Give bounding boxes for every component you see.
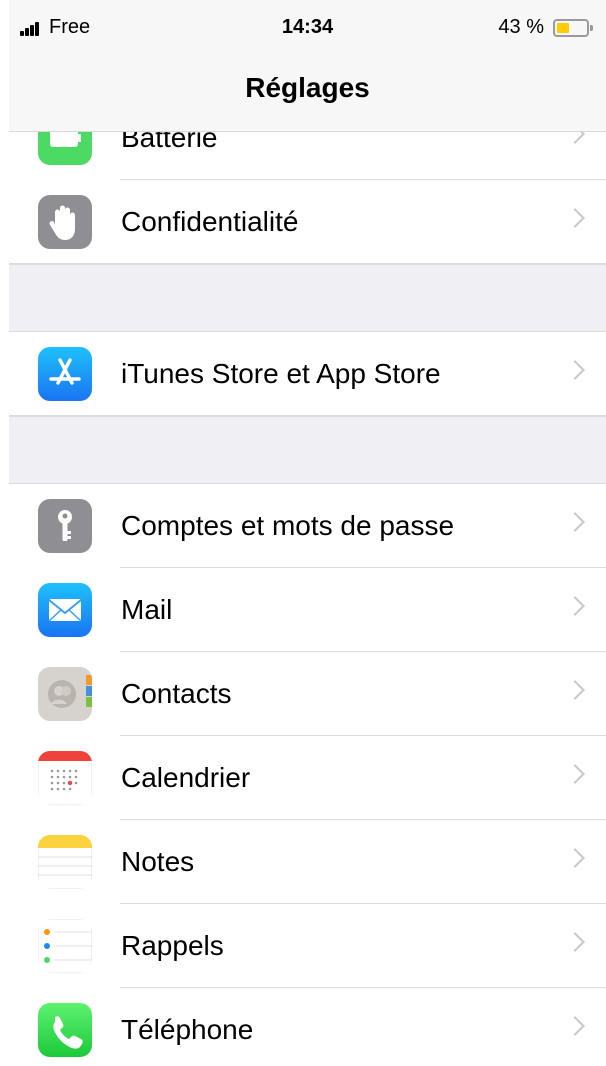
- battery-level-fill: [557, 23, 569, 33]
- chevron-right-icon: [565, 360, 585, 380]
- chevron-right-icon: [565, 848, 585, 868]
- row-label: Téléphone: [121, 1014, 254, 1045]
- settings-row-itunes-app-store[interactable]: iTunes Store et App Store: [9, 332, 606, 416]
- row-label: Calendrier: [121, 762, 251, 793]
- navigation-bar: Free 14:34 43 % Réglages: [9, 0, 606, 132]
- chevron-right-icon: [565, 208, 585, 228]
- battery-percent: 43 %: [498, 16, 544, 38]
- chevron-right-icon: [565, 596, 585, 616]
- chevron-right-icon: [565, 512, 585, 532]
- group-separator: [9, 264, 606, 332]
- settings-list: Batterie Confidentialité iTunes Store et…: [9, 96, 606, 1066]
- settings-row-mail[interactable]: Mail: [9, 568, 606, 652]
- row-separator: [9, 263, 606, 264]
- row-label: Mail: [121, 594, 173, 625]
- battery-status-icon: [553, 19, 593, 37]
- hand-icon: [38, 195, 92, 249]
- status-bar: Free 14:34 43 %: [9, 0, 606, 56]
- settings-row-notes[interactable]: Notes: [9, 820, 606, 904]
- page-title: Réglages: [245, 72, 370, 103]
- settings-screen: Batterie Confidentialité iTunes Store et…: [9, 0, 606, 1066]
- chevron-right-icon: [565, 680, 585, 700]
- group-separator: [9, 416, 606, 484]
- row-label: Contacts: [121, 678, 232, 709]
- settings-row-telephone[interactable]: Téléphone: [9, 988, 606, 1066]
- calendar-icon: [38, 751, 92, 805]
- row-label: iTunes Store et App Store: [121, 358, 441, 389]
- chevron-right-icon: [565, 1016, 585, 1036]
- mail-icon: [38, 583, 92, 637]
- settings-row-contacts[interactable]: Contacts: [9, 652, 606, 736]
- app-store-icon: [38, 347, 92, 401]
- settings-row-comptes[interactable]: Comptes et mots de passe: [9, 484, 606, 568]
- row-label: Notes: [121, 846, 195, 877]
- settings-row-confidentialite[interactable]: Confidentialité: [9, 180, 606, 264]
- notes-icon: [38, 835, 92, 889]
- settings-row-rappels[interactable]: Rappels: [9, 904, 606, 988]
- row-label: Comptes et mots de passe: [121, 510, 455, 541]
- phone-icon: [38, 1003, 92, 1057]
- chevron-right-icon: [565, 932, 585, 952]
- key-icon: [38, 499, 92, 553]
- chevron-right-icon: [565, 764, 585, 784]
- reminders-icon: [38, 919, 92, 973]
- settings-row-calendrier[interactable]: Calendrier: [9, 736, 606, 820]
- row-label: Rappels: [121, 930, 224, 961]
- contacts-icon: [38, 667, 92, 721]
- battery-tip: [590, 25, 593, 31]
- row-label: Confidentialité: [121, 206, 299, 237]
- row-separator: [9, 415, 606, 416]
